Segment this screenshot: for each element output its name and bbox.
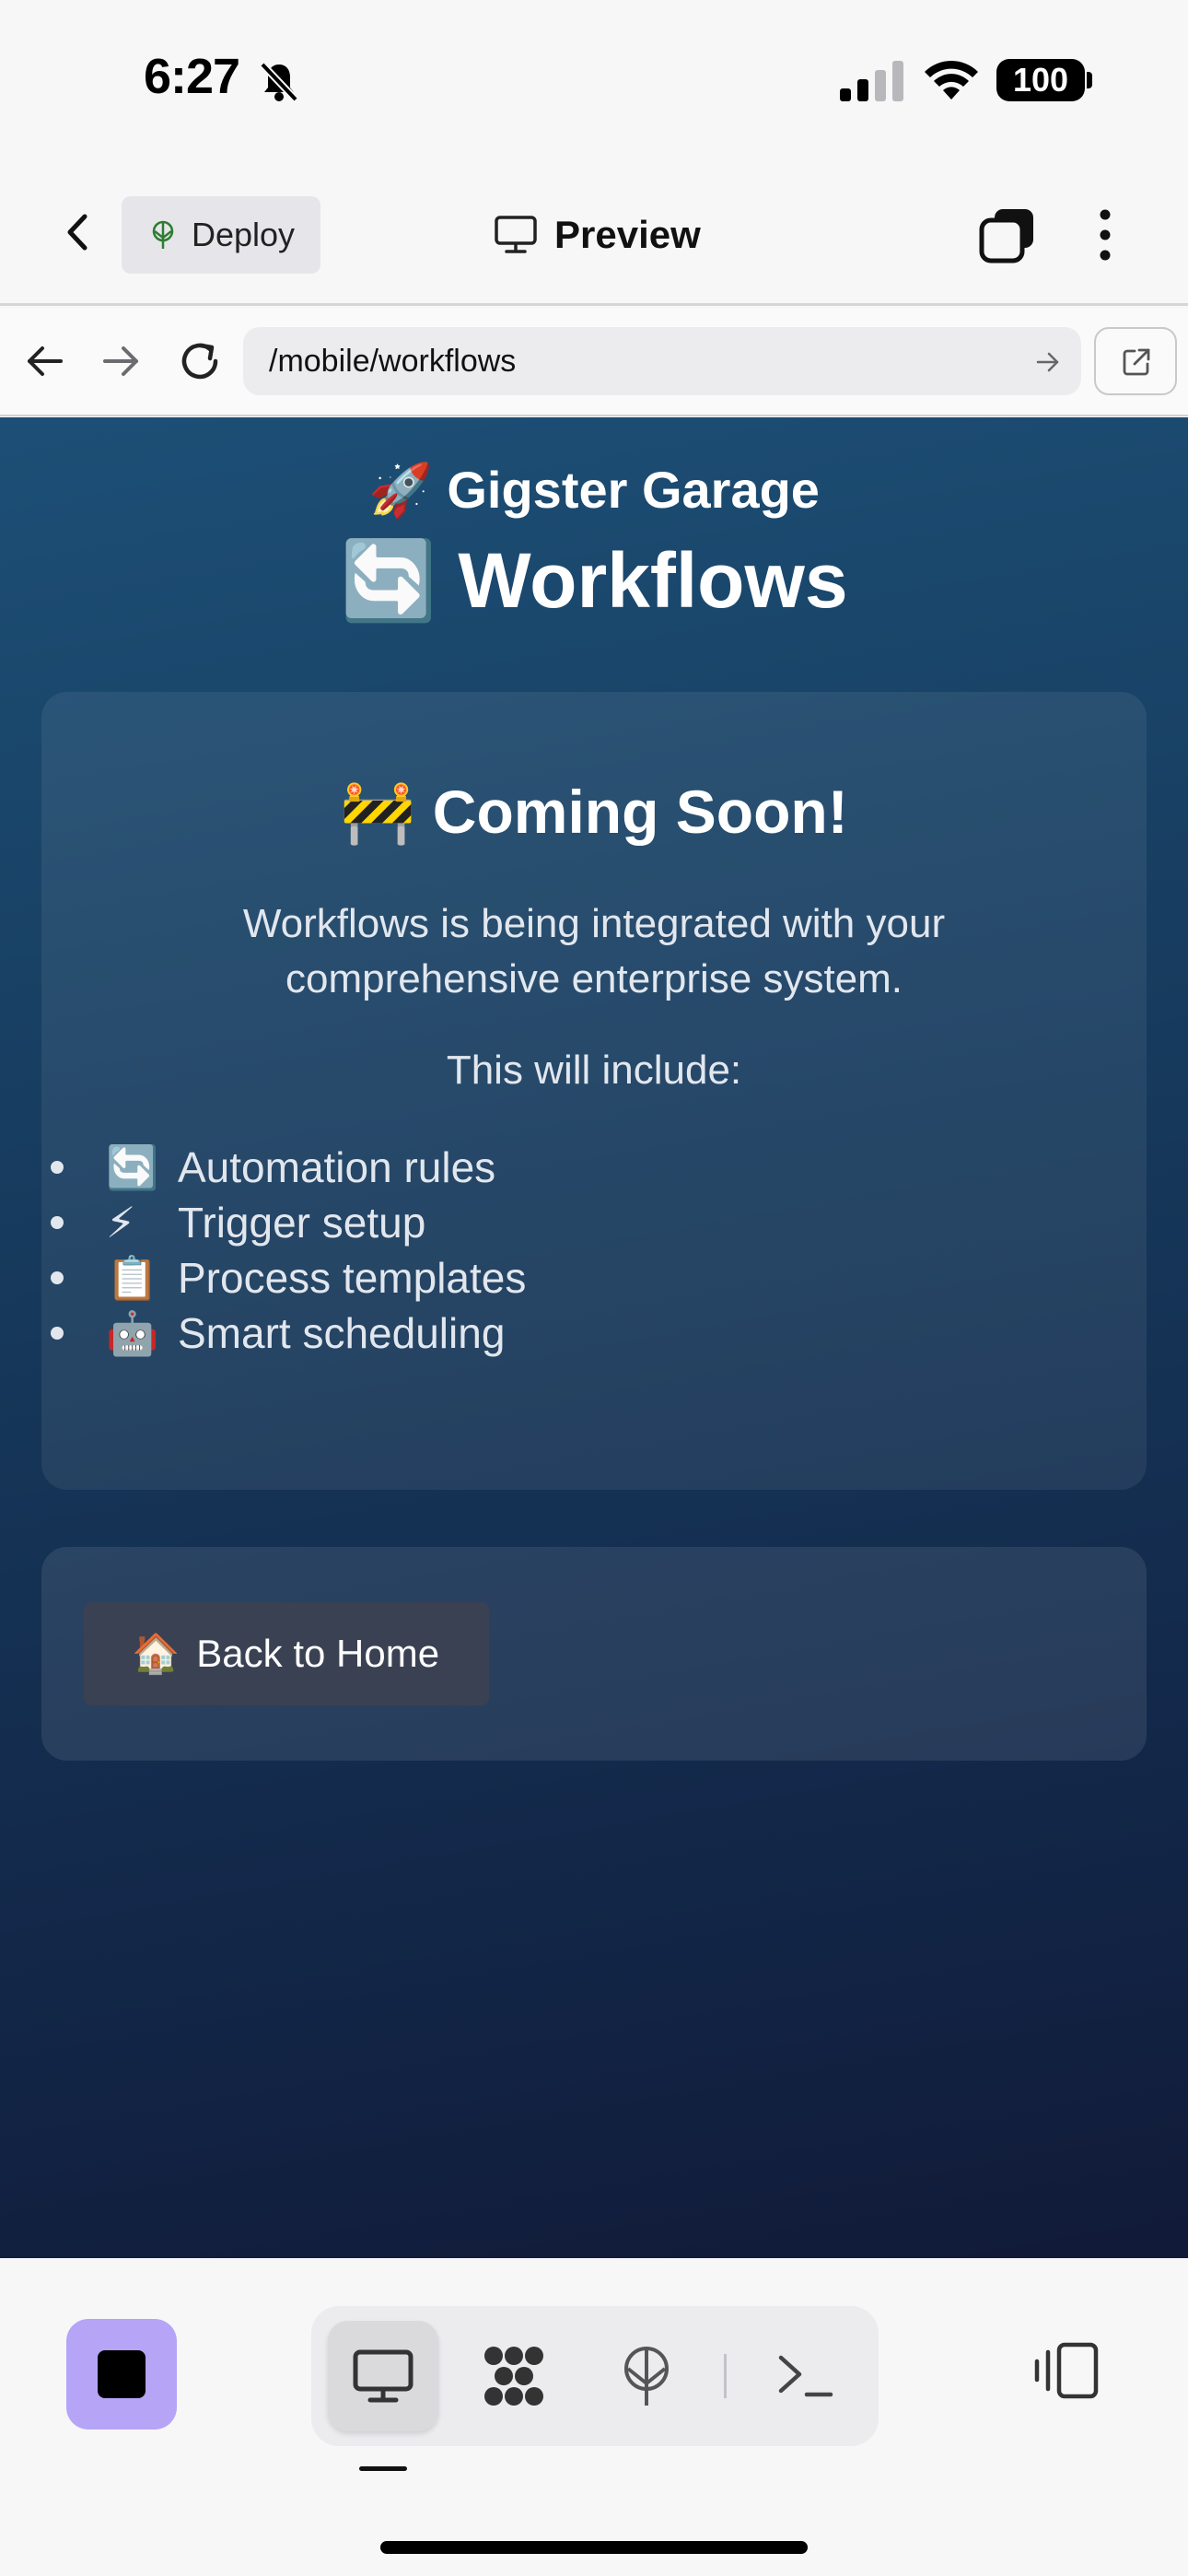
card-title-text: Coming Soon! xyxy=(432,778,848,846)
feature-label: Trigger setup xyxy=(178,1199,426,1247)
monitor-icon[interactable] xyxy=(350,2343,416,2409)
more-options-icon[interactable] xyxy=(1087,207,1124,263)
bottom-toolbar xyxy=(0,2258,1188,2576)
deploy-label: Deploy xyxy=(192,216,296,253)
active-tab-indicator xyxy=(359,2466,407,2471)
bullet xyxy=(51,1271,64,1284)
feature-label: Process templates xyxy=(178,1254,527,1302)
arrow-right-icon[interactable] xyxy=(99,340,142,382)
terminal-icon[interactable] xyxy=(772,2343,838,2409)
cellular-signal-icon xyxy=(840,61,903,101)
deploy-icon xyxy=(152,220,174,249)
bell-slash-icon xyxy=(260,62,298,102)
page-title-text: Workflows xyxy=(458,537,848,624)
browser-bar: /mobile/workflows xyxy=(0,309,1188,416)
robot-icon: 🤖 xyxy=(106,1309,159,1357)
bullet xyxy=(51,1161,64,1174)
list-item: 🔄 Automation rules xyxy=(51,1140,1064,1195)
brand-title: 🚀 Gigster Garage xyxy=(0,460,1188,521)
reload-icon[interactable] xyxy=(175,336,225,386)
tool-switcher xyxy=(311,2306,879,2446)
list-item: 🤖 Smart scheduling xyxy=(51,1306,1064,1361)
deploy-button[interactable]: Deploy xyxy=(122,196,320,274)
status-time: 6:27 xyxy=(144,49,240,104)
deploy-icon[interactable] xyxy=(613,2343,680,2409)
url-input[interactable]: /mobile/workflows xyxy=(243,327,1081,395)
actions-card: 🏠 Back to Home xyxy=(41,1547,1147,1761)
status-bar: 6:27 100 xyxy=(0,0,1188,161)
list-item: 📋 Process templates xyxy=(51,1250,1064,1306)
feature-label: Smart scheduling xyxy=(178,1309,506,1357)
external-link-icon xyxy=(1123,348,1150,376)
wifi-icon xyxy=(925,60,978,100)
list-item: ⚡ Trigger setup xyxy=(51,1195,1064,1250)
lightning-icon: ⚡ xyxy=(106,1199,136,1247)
divider xyxy=(724,2354,727,2398)
back-chevron-icon[interactable] xyxy=(55,209,101,255)
bullet xyxy=(51,1216,64,1229)
monitor-icon xyxy=(495,216,537,253)
side-panel-icon[interactable] xyxy=(1031,2339,1101,2402)
home-indicator xyxy=(380,2541,808,2554)
stop-icon xyxy=(98,2350,146,2398)
preview-title: Preview xyxy=(494,207,701,263)
refresh-icon: 🔄 xyxy=(106,1143,159,1191)
clipboard-icon: 📋 xyxy=(106,1254,159,1302)
stop-button[interactable] xyxy=(66,2319,177,2430)
go-arrow-icon[interactable] xyxy=(1035,349,1061,375)
refresh-emoji-icon: 🔄 xyxy=(340,537,437,624)
card-subheading: This will include: xyxy=(446,1048,742,1093)
open-external-button[interactable] xyxy=(1094,327,1177,395)
card-description: Workflows is being integrated with your … xyxy=(242,901,946,1001)
rocket-icon: 🚀 xyxy=(368,461,433,519)
arrow-left-icon[interactable] xyxy=(24,340,66,382)
page-title: 🔄 Workflows xyxy=(0,535,1188,626)
web-preview: 🚀 Gigster Garage 🔄 Workflows 🚧 Coming So… xyxy=(0,417,1188,2258)
workspace-icon[interactable] xyxy=(481,2343,547,2409)
preview-label: Preview xyxy=(554,213,701,256)
feature-label: Automation rules xyxy=(178,1143,496,1191)
tabs-icon[interactable] xyxy=(978,205,1037,264)
bullet xyxy=(51,1327,64,1340)
feature-list: 🔄 Automation rules ⚡ Trigger setup 📋 Pro… xyxy=(51,1140,1064,1361)
battery-indicator: 100 xyxy=(996,59,1085,101)
coming-soon-card: 🚧 Coming Soon! Workflows is being integr… xyxy=(41,692,1147,1490)
url-text: /mobile/workflows xyxy=(269,344,517,379)
battery-tip xyxy=(1087,72,1092,88)
construction-icon: 🚧 xyxy=(340,778,416,846)
brand-name: Gigster Garage xyxy=(447,461,820,519)
back-to-home-label: Back to Home xyxy=(196,1632,440,1675)
house-icon: 🏠 xyxy=(132,1631,181,1675)
back-to-home-button[interactable]: 🏠 Back to Home xyxy=(84,1602,489,1705)
card-title: 🚧 Coming Soon! xyxy=(41,777,1147,849)
app-toolbar: Deploy Preview xyxy=(0,161,1188,306)
